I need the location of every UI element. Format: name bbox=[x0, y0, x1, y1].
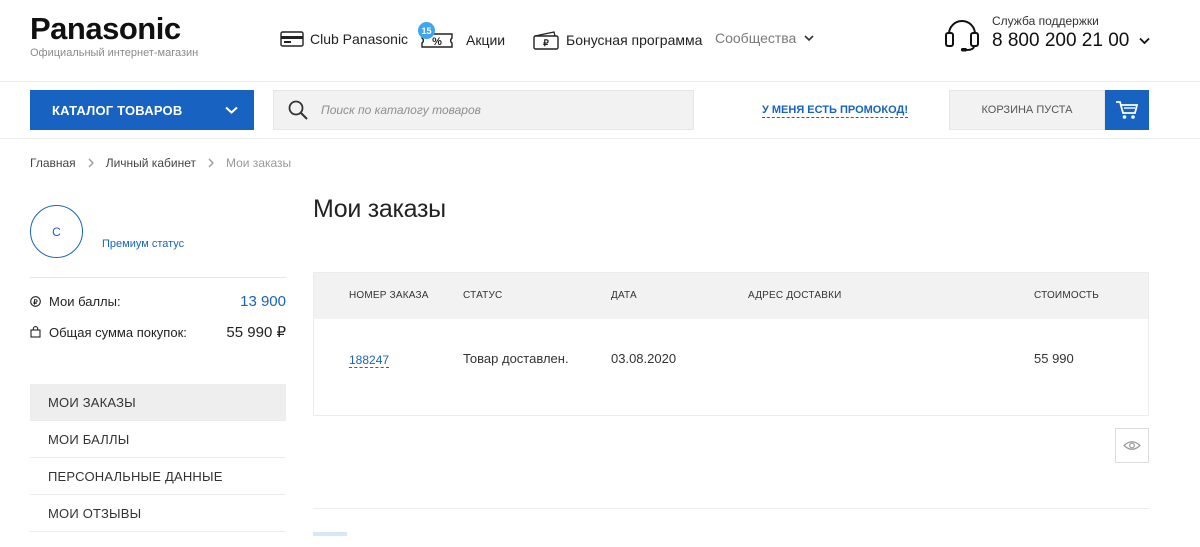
view-order-button[interactable] bbox=[1115, 428, 1149, 463]
breadcrumb: Главная Личный кабинет Мои заказы bbox=[30, 156, 291, 170]
sidebar-item-my-orders[interactable]: МОИ ЗАКАЗЫ bbox=[30, 384, 286, 421]
sidebar-divider bbox=[30, 277, 286, 278]
shopping-cart-icon bbox=[1116, 101, 1139, 119]
sidebar-item-my-points[interactable]: МОИ БАЛЛЫ bbox=[30, 421, 286, 458]
total-row: Общая сумма покупок: 55 990 ₽ bbox=[30, 323, 286, 341]
promo-code-link[interactable]: У МЕНЯ ЕСТЬ ПРОМОКОД! bbox=[762, 104, 908, 118]
card-icon bbox=[280, 31, 304, 47]
search-row: КАТАЛОГ ТОВАРОВ У МЕНЯ ЕСТЬ ПРОМОКОД! КО… bbox=[0, 82, 1200, 139]
content-divider bbox=[313, 508, 1149, 509]
headset-icon bbox=[945, 20, 979, 52]
points-row: ₽ Мои баллы: 13 900 bbox=[30, 293, 286, 310]
search-icon[interactable] bbox=[288, 100, 308, 120]
nav-club-label: Club Panasonic bbox=[310, 31, 409, 47]
table-header: НОМЕР ЗАКАЗА СТАТУС ДАТА АДРЕС ДОСТАВКИ … bbox=[314, 273, 1148, 319]
catalog-button[interactable]: КАТАЛОГ ТОВАРОВ bbox=[30, 90, 254, 130]
account-menu: МОИ ЗАКАЗЫ МОИ БАЛЛЫ ПЕРСОНАЛЬНЫЕ ДАННЫЕ… bbox=[30, 384, 286, 532]
points-value: 13 900 bbox=[240, 293, 286, 310]
svg-text:₽: ₽ bbox=[33, 298, 38, 306]
total-label: Общая сумма покупок: bbox=[49, 324, 187, 340]
chevron-down-icon bbox=[225, 106, 238, 114]
points-label: Мои баллы: bbox=[49, 294, 121, 309]
support-phone-number: 8 800 200 21 00 bbox=[992, 30, 1130, 51]
ruble-wallet-icon: ₽ bbox=[533, 31, 559, 50]
cart-button[interactable] bbox=[1105, 90, 1149, 130]
nav-bonus-program[interactable]: ₽ Бонусная программа bbox=[532, 30, 702, 50]
support-text: Служба поддержки 8 800 200 21 00 bbox=[992, 14, 1150, 52]
svg-text:₽: ₽ bbox=[543, 38, 549, 48]
chevron-down-icon bbox=[804, 34, 814, 41]
table-row: 188247 Товар доставлен. 03.08.2020 55 99… bbox=[314, 319, 1148, 415]
cart-widget[interactable]: КОРЗИНА ПУСТА bbox=[949, 90, 1149, 130]
points-label-wrap: ₽ Мои баллы: bbox=[30, 294, 121, 309]
avatar: С bbox=[30, 205, 83, 258]
nav-club-panasonic[interactable]: Club Panasonic bbox=[280, 30, 408, 48]
promo-count-badge: 15 bbox=[418, 22, 435, 39]
breadcrumb-current: Мои заказы bbox=[225, 156, 292, 170]
breadcrumb-account[interactable]: Личный кабинет bbox=[106, 156, 196, 170]
nav-community-dropdown[interactable]: Сообщества bbox=[715, 30, 820, 46]
column-header-address: АДРЕС ДОСТАВКИ bbox=[748, 290, 842, 301]
pagination-stub bbox=[313, 532, 347, 536]
chevron-down-icon bbox=[1139, 37, 1150, 45]
catalog-button-label: КАТАЛОГ ТОВАРОВ bbox=[52, 102, 183, 118]
orders-table: НОМЕР ЗАКАЗА СТАТУС ДАТА АДРЕС ДОСТАВКИ … bbox=[313, 272, 1149, 416]
order-status: Товар доставлен. bbox=[463, 351, 569, 366]
support-block[interactable]: Служба поддержки 8 800 200 21 00 bbox=[944, 14, 1150, 52]
promo-icon-wrap: % 15 bbox=[418, 22, 460, 50]
shopping-bag-icon bbox=[30, 326, 41, 338]
total-value: 55 990 ₽ bbox=[226, 324, 286, 341]
eye-icon bbox=[1123, 441, 1141, 450]
nav-community-label: Сообщества bbox=[715, 30, 797, 46]
top-header: Panasonic Официальный интернет-магазин C… bbox=[0, 0, 1200, 82]
column-header-order-number: НОМЕР ЗАКАЗА bbox=[349, 290, 429, 301]
main-content: Мои заказы НОМЕР ЗАКАЗА СТАТУС ДАТА АДРЕ… bbox=[313, 195, 1149, 536]
sidebar-item-my-reviews[interactable]: МОИ ОТЗЫВЫ bbox=[30, 495, 286, 532]
breadcrumb-home[interactable]: Главная bbox=[30, 156, 76, 170]
order-price: 55 990 bbox=[1034, 351, 1074, 366]
order-number-link[interactable]: 188247 bbox=[349, 353, 390, 368]
search-input[interactable] bbox=[321, 103, 681, 117]
search-box bbox=[273, 90, 694, 130]
column-header-price: СТОИМОСТЬ bbox=[1034, 290, 1099, 301]
logo-subtitle: Официальный интернет-магазин bbox=[30, 47, 199, 59]
status-badge[interactable]: Премиум статус bbox=[102, 238, 184, 250]
support-label: Служба поддержки bbox=[992, 14, 1099, 28]
nav-bonus-label: Бонусная программа bbox=[566, 32, 703, 48]
nav-promotions[interactable]: % 15 Акции bbox=[418, 22, 506, 50]
site-logo[interactable]: Panasonic Официальный интернет-магазин bbox=[30, 11, 199, 59]
ruble-coin-icon: ₽ bbox=[30, 296, 41, 307]
logo-wordmark: Panasonic bbox=[30, 11, 181, 46]
total-label-wrap: Общая сумма покупок: bbox=[30, 325, 187, 340]
cart-status-label[interactable]: КОРЗИНА ПУСТА bbox=[949, 90, 1105, 130]
sidebar-item-personal-data[interactable]: ПЕРСОНАЛЬНЫЕ ДАННЫЕ bbox=[30, 458, 286, 495]
column-header-date: ДАТА bbox=[611, 290, 637, 301]
support-phone[interactable]: 8 800 200 21 00 bbox=[992, 30, 1150, 52]
chevron-right-icon bbox=[88, 158, 94, 168]
nav-promotions-label: Акции bbox=[466, 32, 506, 48]
order-date: 03.08.2020 bbox=[611, 351, 677, 366]
svg-text:%: % bbox=[432, 36, 442, 48]
column-header-status: СТАТУС bbox=[463, 290, 503, 301]
chevron-right-icon bbox=[208, 158, 214, 168]
page-title: Мои заказы bbox=[313, 195, 446, 223]
